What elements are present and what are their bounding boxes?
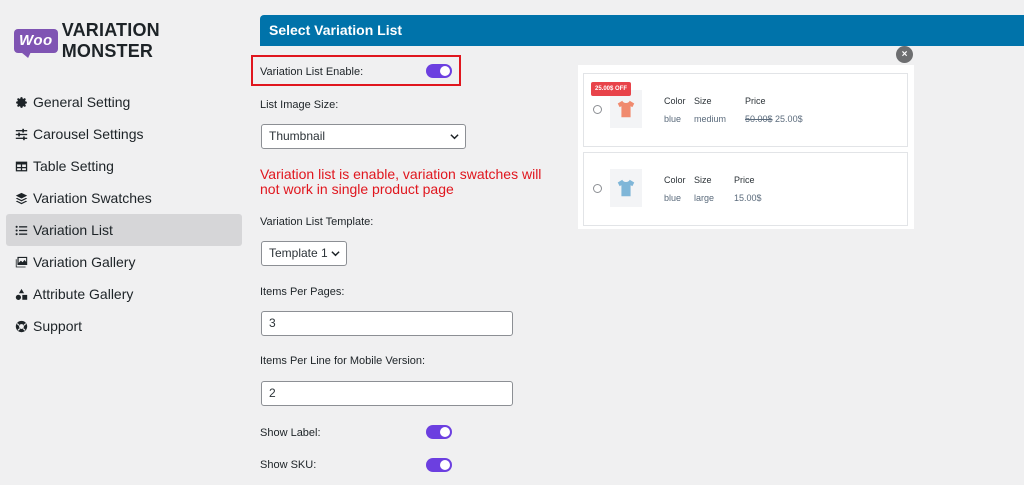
preview-row: 25.00$ OFF Color Size Price blue medium … <box>583 73 908 147</box>
variation-radio[interactable] <box>593 184 602 193</box>
tshirt-icon <box>617 179 635 197</box>
template-value: Template 1 <box>269 246 328 260</box>
sidebar-item-label: General Setting <box>33 94 131 110</box>
logo-badge: Woo <box>14 29 58 53</box>
sliders-icon <box>14 127 28 141</box>
sidebar-item-support[interactable]: Support <box>6 310 242 342</box>
table-icon <box>14 159 28 173</box>
gear-icon <box>14 95 28 109</box>
items-per-page-input[interactable]: 3 <box>261 311 513 336</box>
image-size-value: Thumbnail <box>269 129 326 143</box>
sidebar-item-variation-gallery[interactable]: Variation Gallery <box>6 246 242 278</box>
sidebar-item-label: Carousel Settings <box>33 126 144 142</box>
sidebar-item-label: Attribute Gallery <box>33 286 134 302</box>
price-value: 15.00$ <box>734 193 762 203</box>
color-value: blue <box>664 114 682 124</box>
sidebar-item-variation-list[interactable]: Variation List <box>6 214 242 246</box>
layers-icon <box>14 191 28 205</box>
sidebar: Woo VARIATION MONSTER General Setting Ca… <box>0 0 250 485</box>
lifebuoy-icon <box>14 319 28 333</box>
app-window: Woo VARIATION MONSTER General Setting Ca… <box>0 0 1024 485</box>
sidebar-item-variation-swatches[interactable]: Variation Swatches <box>6 182 242 214</box>
panel-title: Select Variation List <box>260 15 1024 46</box>
logo-name: VARIATION MONSTER <box>61 20 160 61</box>
list-icon <box>14 223 28 237</box>
image-size-label: List Image Size: <box>260 99 339 111</box>
product-thumbnail <box>610 169 642 207</box>
variation-list-preview: 25.00$ OFF Color Size Price blue medium … <box>578 65 914 229</box>
shapes-icon <box>14 287 28 301</box>
image-size-select[interactable]: Thumbnail <box>261 124 466 149</box>
color-value: blue <box>664 193 682 203</box>
sidebar-item-table-setting[interactable]: Table Setting <box>6 150 242 182</box>
sidebar-item-attribute-gallery[interactable]: Attribute Gallery <box>6 278 242 310</box>
sidebar-item-general-setting[interactable]: General Setting <box>6 86 242 118</box>
sale-price: 25.00$ <box>775 114 803 124</box>
close-preview-button[interactable]: × <box>896 46 913 63</box>
items-per-line-mobile-label: Items Per Line for Mobile Version: <box>260 355 426 367</box>
sidebar-item-carousel-settings[interactable]: Carousel Settings <box>6 118 242 150</box>
variation-radio[interactable] <box>593 105 602 114</box>
price-header: Price <box>745 96 766 106</box>
size-value: medium <box>694 114 727 124</box>
show-sku-toggle[interactable] <box>426 458 452 472</box>
sidebar-item-label: Support <box>33 318 83 334</box>
items-per-page-label: Items Per Pages: <box>260 286 345 298</box>
color-header: Color <box>664 175 686 185</box>
sidebar-item-label: Variation List <box>33 222 113 238</box>
variation-list-enable-toggle[interactable] <box>426 64 452 78</box>
template-label: Variation List Template: <box>260 216 374 228</box>
preview-row: Color Size Price blue large 15.00$ <box>583 152 908 226</box>
sidebar-menu: General Setting Carousel Settings Table … <box>6 86 242 342</box>
chevron-down-icon <box>331 251 340 257</box>
price-value: 50.00$ 25.00$ <box>745 114 803 124</box>
old-price: 50.00$ <box>745 114 773 124</box>
items-per-line-mobile-input[interactable]: 2 <box>261 381 513 406</box>
color-header: Color <box>664 96 686 106</box>
sidebar-item-label: Table Setting <box>33 158 114 174</box>
enable-label: Variation List Enable: <box>260 66 364 78</box>
sidebar-item-label: Variation Swatches <box>33 190 152 206</box>
price-header: Price <box>734 175 755 185</box>
settings-panel: Select Variation List Variation List Ena… <box>251 0 1024 485</box>
show-sku-label: Show SKU: <box>260 459 317 471</box>
logo: Woo VARIATION MONSTER <box>14 20 250 62</box>
discount-badge: 25.00$ OFF <box>591 82 632 96</box>
warning-message: Variation list is enable, variation swat… <box>260 166 542 197</box>
template-select[interactable]: Template 1 <box>261 241 347 266</box>
size-header: Size <box>694 96 712 106</box>
show-label-toggle[interactable] <box>426 425 452 439</box>
chevron-down-icon <box>450 134 459 140</box>
size-value: large <box>694 193 715 203</box>
sidebar-item-label: Variation Gallery <box>33 254 136 270</box>
images-icon <box>14 255 28 269</box>
show-label-label: Show Label: <box>260 427 321 439</box>
tshirt-icon <box>617 100 635 118</box>
size-header: Size <box>694 175 712 185</box>
